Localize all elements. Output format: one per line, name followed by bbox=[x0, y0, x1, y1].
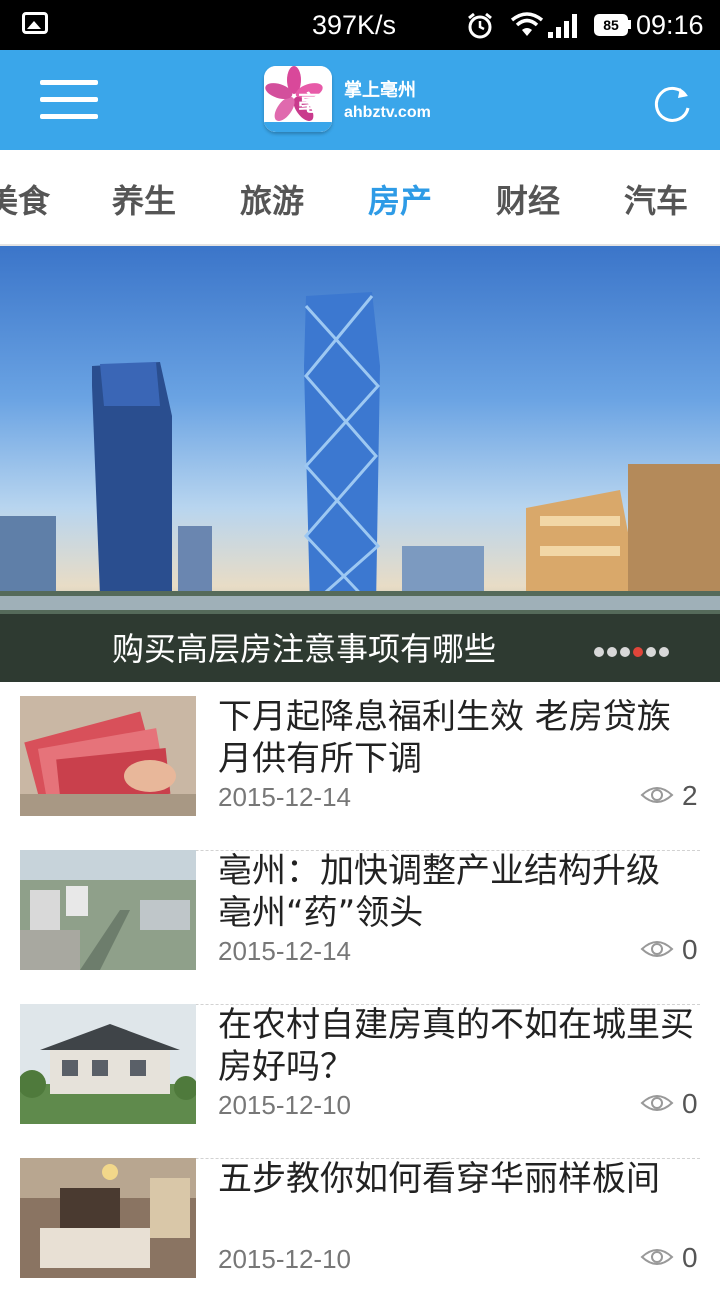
carousel-dot[interactable] bbox=[620, 647, 630, 657]
carousel-dot[interactable] bbox=[646, 647, 656, 657]
tab-fangchan[interactable]: 房产 bbox=[368, 176, 432, 222]
eye-icon bbox=[640, 941, 674, 957]
site-domain: ahbztv.com bbox=[344, 104, 431, 121]
carousel-dot[interactable] bbox=[607, 647, 617, 657]
banner-caption: 购买高层房注意事项有哪些 bbox=[112, 630, 497, 668]
news-title: 亳州：加快调整产业结构升级 亳州“药”领头 bbox=[218, 851, 660, 933]
news-item[interactable]: 亳州：加快调整产业结构升级 亳州“药”领头 2015-12-14 0 bbox=[20, 850, 700, 1005]
category-tabs: 美食 养生 旅游 房产 财经 汽车 bbox=[0, 150, 720, 246]
alarm-icon bbox=[468, 12, 492, 39]
villa-photo bbox=[20, 1004, 196, 1124]
status-bar: 397K/s 85 09:16 bbox=[0, 0, 720, 50]
image-icon bbox=[22, 12, 48, 34]
news-title: 下月起降息福利生效 老房贷族月供有所下调 bbox=[218, 697, 671, 779]
signal-icon bbox=[548, 14, 577, 38]
tab-lvyou[interactable]: 旅游 bbox=[240, 176, 304, 222]
view-count: 0 bbox=[682, 934, 698, 965]
carousel-dot[interactable] bbox=[594, 647, 604, 657]
news-item[interactable]: 五步教你如何看穿华丽样板间 2015-12-10 0 bbox=[20, 1158, 700, 1312]
carousel-dot-active[interactable] bbox=[633, 647, 643, 657]
tab-meishi[interactable]: 美食 bbox=[0, 176, 50, 222]
view-count: 0 bbox=[682, 1242, 698, 1273]
news-item[interactable]: 下月起降息福利生效 老房贷族月供有所下调 2015-12-14 2 bbox=[20, 696, 700, 851]
carousel-dot[interactable] bbox=[659, 647, 669, 657]
view-count: 0 bbox=[682, 1088, 698, 1119]
refresh-icon[interactable] bbox=[650, 82, 694, 126]
city-aerial-photo bbox=[20, 850, 196, 970]
news-item[interactable]: 在农村自建房真的不如在城里买房好吗？ 2015-12-10 0 bbox=[20, 1004, 700, 1159]
eye-icon bbox=[640, 1249, 674, 1265]
money-photo bbox=[20, 696, 196, 816]
app-header: 亳 掌上亳州 ahbztv.com bbox=[0, 50, 720, 150]
news-date: 2015-12-14 bbox=[218, 936, 351, 966]
clock: 09:16 bbox=[636, 10, 704, 40]
news-date: 2015-12-14 bbox=[218, 782, 351, 812]
bedroom-photo bbox=[20, 1158, 196, 1278]
carousel-indicators bbox=[594, 642, 672, 661]
hamburger-menu-icon[interactable] bbox=[40, 80, 98, 122]
network-speed: 397K/s bbox=[312, 10, 397, 40]
app-name: 掌上亳州 bbox=[344, 80, 416, 101]
tab-qiche[interactable]: 汽车 bbox=[624, 176, 688, 222]
tab-yangsheng[interactable]: 养生 bbox=[112, 176, 176, 222]
news-title: 五步教你如何看穿华丽样板间 bbox=[218, 1159, 660, 1199]
view-count: 2 bbox=[682, 780, 698, 811]
eye-icon bbox=[640, 787, 674, 803]
battery-icon: 85 bbox=[594, 14, 628, 36]
battery-nub bbox=[628, 20, 631, 29]
news-date: 2015-12-10 bbox=[218, 1090, 351, 1120]
wifi-icon bbox=[510, 12, 544, 36]
news-title: 在农村自建房真的不如在城里买房好吗？ bbox=[218, 1005, 694, 1087]
eye-icon bbox=[640, 1095, 674, 1111]
news-date: 2015-12-10 bbox=[218, 1244, 351, 1274]
banner-carousel[interactable]: 购买高层房注意事项有哪些 bbox=[0, 246, 720, 682]
logo-glyph: 亳 bbox=[298, 92, 321, 117]
tab-caijing[interactable]: 财经 bbox=[496, 176, 560, 222]
app-logo: 亳 bbox=[264, 66, 332, 132]
